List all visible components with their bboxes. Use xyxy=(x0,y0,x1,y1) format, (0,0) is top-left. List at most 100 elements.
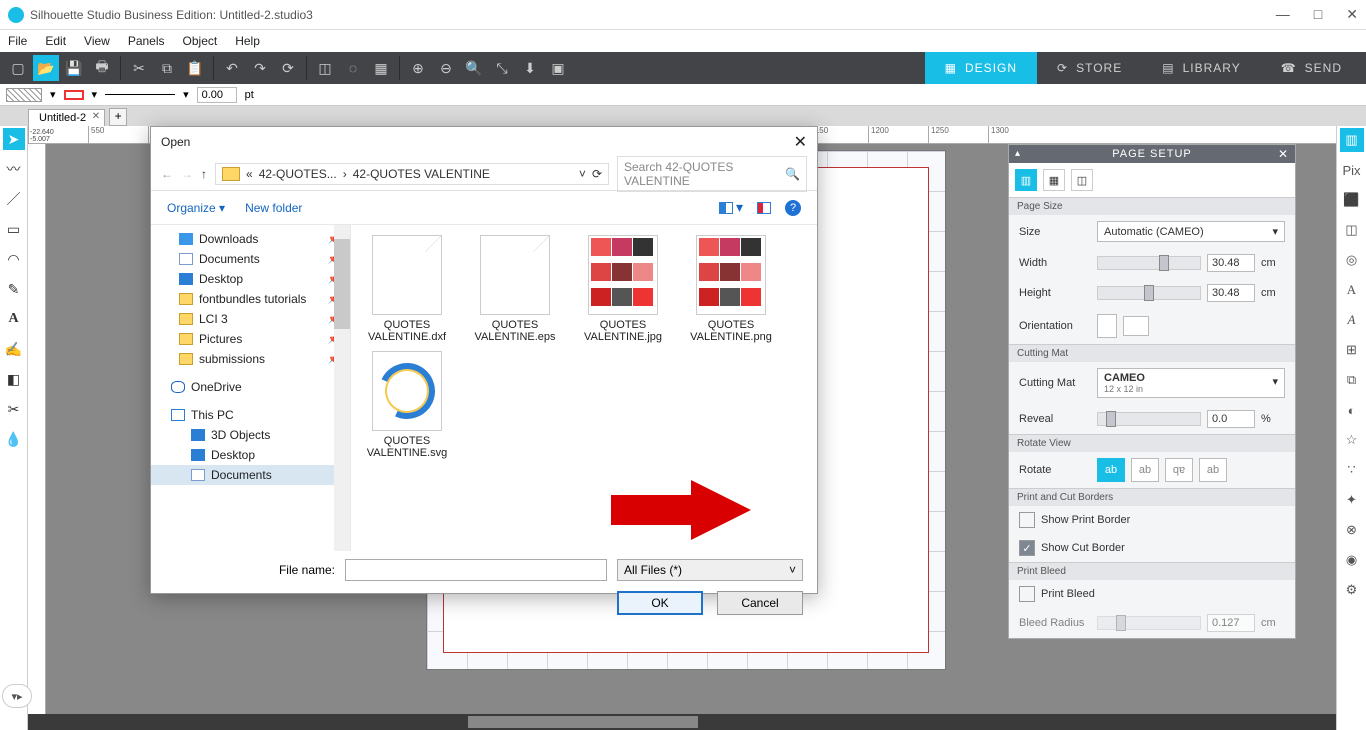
menu-edit[interactable]: Edit xyxy=(45,34,66,48)
collapse-icon[interactable]: ▴ xyxy=(1015,148,1021,159)
emboss-panel-button[interactable]: ◉ xyxy=(1340,548,1364,572)
menu-view[interactable]: View xyxy=(84,34,110,48)
modify-panel-button[interactable]: ◐ xyxy=(1340,398,1364,422)
bleed-value[interactable]: 0.127 xyxy=(1207,614,1255,632)
new-tab-button[interactable]: + xyxy=(109,108,127,126)
cutting-mat-selector[interactable]: CAMEO 12 x 12 in ▾ xyxy=(1097,368,1285,398)
page-setup-tab-grid[interactable]: ▦ xyxy=(1043,169,1065,191)
freehand-tool[interactable]: ✎ xyxy=(3,278,25,300)
paste-button[interactable]: 📋 xyxy=(182,55,208,81)
stipple-panel-button[interactable]: ∵ xyxy=(1340,458,1364,482)
fill-swatch[interactable] xyxy=(6,88,42,102)
print-bleed-checkbox[interactable] xyxy=(1019,586,1035,602)
menu-object[interactable]: Object xyxy=(183,34,218,48)
maximize-button[interactable]: □ xyxy=(1314,6,1322,23)
refresh-button[interactable]: ⟳ xyxy=(275,55,301,81)
line-tool[interactable]: ／ xyxy=(3,188,25,210)
rhinestone-panel-button[interactable]: ✦ xyxy=(1340,488,1364,512)
orientation-portrait[interactable] xyxy=(1097,314,1117,338)
dialog-close-icon[interactable]: ✕ xyxy=(794,132,807,152)
horizontal-scrollbar[interactable] xyxy=(28,714,1336,730)
page-setup-tab-page[interactable]: ▥ xyxy=(1015,169,1037,191)
search-input[interactable]: Search 42-QUOTES VALENTINE 🔍 xyxy=(617,156,807,192)
rotate-90[interactable]: ab xyxy=(1131,458,1159,482)
line-style-sample[interactable] xyxy=(105,94,175,95)
preview-pane-icon[interactable] xyxy=(757,202,771,214)
width-slider[interactable] xyxy=(1097,256,1201,270)
fit-window-button[interactable]: ▣ xyxy=(545,55,571,81)
cut-border-checkbox[interactable]: ✓ xyxy=(1019,540,1035,556)
organize-dropdown[interactable]: Organize ▾ xyxy=(167,201,225,215)
open-file-button[interactable]: 📂 xyxy=(33,55,59,81)
orientation-landscape[interactable] xyxy=(1123,316,1149,336)
line-panel-button[interactable]: ◫ xyxy=(1340,218,1364,242)
sidebar-scroll-thumb[interactable] xyxy=(334,239,350,329)
new-folder-button[interactable]: New folder xyxy=(245,201,302,215)
sidebar-item-documents[interactable]: Documents📌 xyxy=(151,249,350,269)
sidebar-item-pictures[interactable]: Pictures📌 xyxy=(151,329,350,349)
chevron-down-icon[interactable]: ▾ xyxy=(50,88,56,101)
page-setup-tab-reg[interactable]: ◫ xyxy=(1071,169,1093,191)
save-button[interactable]: 💾 xyxy=(61,55,87,81)
close-tab-icon[interactable]: ✕ xyxy=(92,111,100,122)
sidebar-item-fontbundles-tutorials[interactable]: fontbundles tutorials📌 xyxy=(151,289,350,309)
document-tab[interactable]: Untitled-2 ✕ xyxy=(28,109,105,126)
draw-note-tool[interactable]: ✍ xyxy=(3,338,25,360)
text-style-panel-button[interactable]: A xyxy=(1340,308,1364,332)
sidebar-item-desktop[interactable]: Desktop xyxy=(151,445,350,465)
file-item[interactable]: QUOTES VALENTINE.svg xyxy=(357,351,457,459)
pixscan-panel-button[interactable]: Pix xyxy=(1340,158,1364,182)
trace-panel-button[interactable]: ◎ xyxy=(1340,248,1364,272)
select-all-button[interactable]: ◫ xyxy=(312,55,338,81)
mode-tab-store[interactable]: ⟳STORE xyxy=(1037,52,1142,84)
cancel-button[interactable]: Cancel xyxy=(717,591,803,615)
rotate-0[interactable]: ab xyxy=(1097,458,1125,482)
chevron-down-icon[interactable]: ▾ xyxy=(92,88,98,101)
zoom-out-button[interactable]: ⊖ xyxy=(433,55,459,81)
offset-panel-button[interactable]: ☆ xyxy=(1340,428,1364,452)
file-item[interactable]: QUOTES VALENTINE.png xyxy=(681,235,781,343)
reveal-slider[interactable] xyxy=(1097,412,1201,426)
knife-tool[interactable]: ✂ xyxy=(3,398,25,420)
new-file-button[interactable]: ▢ xyxy=(5,55,31,81)
minimize-button[interactable]: — xyxy=(1276,6,1290,23)
zoom-in-button[interactable]: ⊕ xyxy=(405,55,431,81)
mode-tab-design[interactable]: ▦DESIGN xyxy=(925,52,1037,84)
stroke-swatch[interactable] xyxy=(64,90,84,100)
fill-panel-button[interactable]: ⬛ xyxy=(1340,188,1364,212)
nav-back-icon[interactable]: ← xyxy=(161,167,173,181)
fit-page-button[interactable]: ⬇ xyxy=(517,55,543,81)
ok-button[interactable]: OK xyxy=(617,591,703,615)
stroke-weight-input[interactable]: 0.00 xyxy=(197,87,237,103)
file-filter-dropdown[interactable]: All Files (*)˅ xyxy=(617,559,803,581)
close-panel-icon[interactable]: ✕ xyxy=(1278,147,1289,161)
replicate-panel-button[interactable]: ⧉ xyxy=(1340,368,1364,392)
arc-tool[interactable]: ◠ xyxy=(3,248,25,270)
page-setup-panel-button[interactable]: ▥ xyxy=(1340,128,1364,152)
redo-button[interactable]: ↷ xyxy=(247,55,273,81)
refresh-icon[interactable]: ⟳ xyxy=(592,167,602,181)
sidebar-item-3d-objects[interactable]: 3D Objects xyxy=(151,425,350,445)
print-button[interactable]: 🖶 xyxy=(89,55,115,81)
print-border-checkbox[interactable] xyxy=(1019,512,1035,528)
width-value[interactable]: 30.48 xyxy=(1207,254,1255,272)
zoom-tool-button[interactable]: ⤡ xyxy=(489,55,515,81)
size-selector[interactable]: Automatic (CAMEO)▾ xyxy=(1097,221,1285,242)
breadcrumb[interactable]: « 42-QUOTES... › 42-QUOTES VALENTINE ˅ ⟳ xyxy=(215,163,609,185)
view-mode-icon[interactable]: ▾ xyxy=(719,199,743,216)
zoom-select-button[interactable]: 🔍 xyxy=(461,55,487,81)
text-tool[interactable]: A xyxy=(3,308,25,330)
sidebar-item-documents[interactable]: Documents xyxy=(151,465,350,485)
deselect-button[interactable]: ◌ xyxy=(340,55,366,81)
select-tool[interactable]: ➤ xyxy=(3,128,25,150)
chevron-down-icon[interactable]: ▾ xyxy=(183,88,189,101)
nav-forward-icon[interactable]: → xyxy=(181,167,193,181)
rotate-180[interactable]: qɐ xyxy=(1165,458,1193,482)
bleed-slider[interactable] xyxy=(1097,616,1201,630)
sidebar-item-desktop[interactable]: Desktop📌 xyxy=(151,269,350,289)
sidebar-item-submissions[interactable]: submissions📌 xyxy=(151,349,350,369)
rect-tool[interactable]: ▭ xyxy=(3,218,25,240)
close-window-button[interactable]: ✕ xyxy=(1346,6,1358,23)
reveal-value[interactable]: 0.0 xyxy=(1207,410,1255,428)
cut-button[interactable]: ✂ xyxy=(126,55,152,81)
